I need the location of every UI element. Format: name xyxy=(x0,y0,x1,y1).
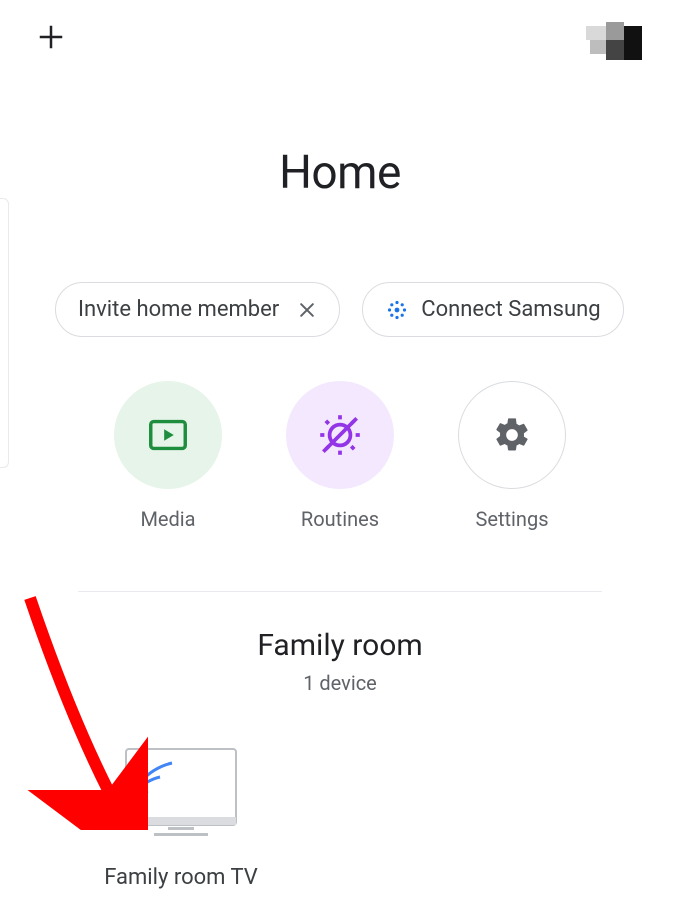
action-label: Settings xyxy=(475,507,548,531)
chip-label: Connect Samsung xyxy=(421,297,600,322)
page-title: Home xyxy=(0,146,680,200)
cast-tv-icon xyxy=(122,747,240,841)
chip-connect-samsung[interactable]: Connect Samsung xyxy=(362,282,623,337)
chip-label: Invite home member xyxy=(78,297,279,322)
action-settings[interactable]: Settings xyxy=(458,381,566,531)
plus-icon xyxy=(36,22,66,52)
room-device-count: 1 device xyxy=(0,671,680,695)
left-edge-panel xyxy=(0,198,9,468)
close-icon[interactable] xyxy=(297,300,317,320)
smartthings-icon xyxy=(385,298,409,322)
action-routines[interactable]: Routines xyxy=(286,381,394,531)
suggestion-chips: Invite home member Connect Samsung xyxy=(0,282,680,337)
room-name: Family room xyxy=(0,628,680,663)
quick-actions: Media Routines xyxy=(0,381,680,531)
media-icon xyxy=(145,412,191,458)
device-tile-family-room-tv[interactable]: Family room TV xyxy=(86,747,276,890)
divider xyxy=(78,591,602,592)
gear-icon xyxy=(492,415,532,455)
account-avatar[interactable] xyxy=(586,22,648,66)
device-label: Family room TV xyxy=(104,865,258,890)
chip-invite-member[interactable]: Invite home member xyxy=(55,282,340,337)
action-label: Routines xyxy=(301,507,379,531)
action-label: Media xyxy=(140,507,195,531)
add-button[interactable] xyxy=(36,22,66,52)
action-media[interactable]: Media xyxy=(114,381,222,531)
routines-icon xyxy=(315,410,365,460)
room-section: Family room 1 device xyxy=(0,628,680,695)
